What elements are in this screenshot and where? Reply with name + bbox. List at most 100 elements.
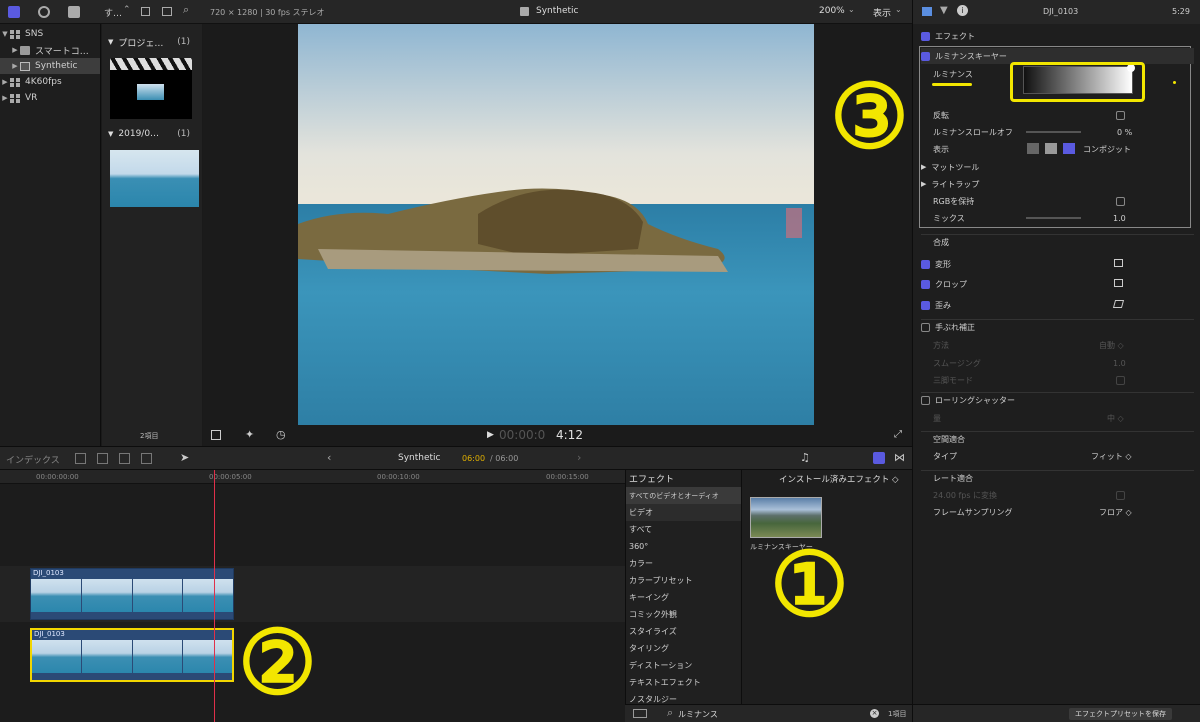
audio-skim-icon[interactable]: ♫ (800, 451, 810, 464)
filmstrip-icon[interactable] (162, 7, 172, 16)
category-all[interactable]: すべて (626, 521, 741, 538)
rolloff-slider[interactable] (1026, 131, 1081, 133)
invert-checkbox[interactable] (1116, 110, 1125, 120)
library-item-sns[interactable]: ▼ SNS (0, 26, 100, 42)
matte-tools-row[interactable]: ▶ マットツール (921, 159, 1194, 175)
index-button[interactable]: インデックス (6, 453, 60, 466)
color-inspector-icon[interactable]: ▼ (940, 5, 948, 16)
group-header[interactable]: ▼ プロジェ… (1) (102, 33, 202, 51)
effects-browser-icon[interactable] (873, 452, 885, 464)
insert-icon[interactable] (97, 453, 108, 464)
stabilization-row[interactable]: 手ぶれ補正 (921, 319, 1194, 335)
frame-sampling-select[interactable]: フロア ◇ (1099, 507, 1132, 518)
view-original-icon[interactable] (1045, 143, 1057, 154)
category-comic[interactable]: コミック外観 (626, 606, 741, 623)
transform-row[interactable]: 変形 (921, 256, 1194, 272)
category-distortion[interactable]: ディストーション (626, 657, 741, 674)
keyframe-dot[interactable] (1173, 81, 1176, 84)
sidebar-toggle-icon[interactable] (633, 709, 647, 718)
group-header[interactable]: ▼ 2019/0… (1) (102, 125, 202, 143)
search-icon[interactable]: ⌕ (183, 3, 189, 17)
library-item-synthetic[interactable]: ▶ Synthetic (0, 58, 100, 74)
playhead[interactable] (214, 470, 215, 722)
checkbox[interactable] (921, 31, 930, 41)
transform-tool-icon[interactable] (211, 430, 221, 440)
library-item-smart-collection[interactable]: ▶ スマートコ… (0, 42, 100, 58)
library-filter[interactable]: す… (104, 6, 122, 19)
rolling-shutter-row[interactable]: ローリングシャッター (921, 392, 1194, 408)
light-wrap-row[interactable]: ▶ ライトラップ (921, 176, 1194, 192)
photos-icon[interactable] (38, 6, 50, 18)
rgb-checkbox[interactable] (1116, 196, 1125, 206)
distort-icon[interactable] (1112, 300, 1125, 308)
category-text-effects[interactable]: テキストエフェクト (626, 674, 741, 691)
crop-icon[interactable] (1114, 279, 1123, 287)
select-tool-icon[interactable]: ➤ (180, 451, 189, 464)
zoom-select[interactable]: 200% (819, 6, 845, 16)
clear-search-icon[interactable]: × (870, 709, 879, 718)
checkbox[interactable] (921, 279, 930, 289)
clip-thumbnail[interactable] (110, 150, 199, 207)
disclosure-closed-icon[interactable]: ▶ (10, 62, 20, 70)
rolloff-value[interactable]: 0 % (1117, 128, 1132, 137)
type-select[interactable]: フィット ◇ (1091, 451, 1132, 462)
category-360[interactable]: 360° (626, 538, 741, 555)
mix-value[interactable]: 1.0 (1113, 214, 1126, 223)
enhance-icon[interactable]: ✦ (245, 428, 254, 441)
timeline-clip-selected[interactable]: DJI_0103 (30, 628, 234, 682)
distort-row[interactable]: 歪み (921, 297, 1194, 313)
view-composite-icon[interactable] (1063, 143, 1075, 154)
crop-row[interactable]: クロップ (921, 276, 1194, 292)
effects-section[interactable]: エフェクト (921, 28, 1194, 44)
category-color[interactable]: カラー (626, 555, 741, 572)
video-inspector-icon[interactable] (922, 7, 932, 16)
view-matte-icon[interactable] (1027, 143, 1039, 154)
sort-icon[interactable]: ⌃ (123, 5, 131, 15)
speed-icon[interactable]: ◷ (276, 428, 286, 441)
timeline-project[interactable]: Synthetic (398, 453, 441, 463)
video-frame[interactable] (298, 24, 814, 425)
project-thumbnail[interactable] (110, 58, 192, 119)
spatial-conform-row[interactable]: 空間適合 (921, 431, 1194, 447)
category-color-presets[interactable]: カラープリセット (626, 572, 741, 589)
timeline-clip[interactable]: DJI_0103 (30, 568, 234, 620)
fullscreen-icon[interactable]: ⤢ (894, 429, 902, 440)
library-item-vr[interactable]: ▶ VR (0, 90, 100, 106)
list-view-icon[interactable] (141, 7, 150, 16)
display-menu[interactable]: 表示 (873, 6, 891, 19)
checkbox[interactable] (921, 396, 930, 405)
checkbox[interactable] (921, 51, 930, 61)
disclosure-closed-icon[interactable]: ▶ (0, 94, 10, 102)
save-preset-button[interactable]: エフェクトプリセットを保存 (1069, 708, 1172, 720)
category-video[interactable]: ビデオ (626, 504, 741, 521)
play-icon[interactable]: ▶ (487, 430, 494, 440)
checkbox[interactable] (921, 323, 930, 332)
back-icon[interactable]: ‹ (327, 451, 331, 464)
timeline-ruler[interactable]: 00:00:00:00 00:00:05:00 00:00:10:00 00:0… (0, 470, 625, 484)
libraries-icon[interactable] (8, 6, 20, 18)
category-tiling[interactable]: タイリング (626, 640, 741, 657)
overwrite-icon[interactable] (141, 453, 152, 464)
folder-icon (20, 45, 30, 55)
mix-slider[interactable] (1026, 217, 1081, 219)
disclosure-open-icon[interactable]: ▼ (0, 30, 10, 38)
disclosure-closed-icon[interactable]: ▶ (0, 78, 10, 86)
rate-conform-row[interactable]: レート適合 (921, 470, 1194, 486)
category-stylize[interactable]: スタイライズ (626, 623, 741, 640)
forward-icon[interactable]: › (577, 451, 581, 464)
installed-effects-select[interactable]: インストール済みエフェクト ◇ (779, 473, 899, 485)
transitions-icon[interactable]: ⋈ (894, 451, 905, 464)
category-all-av[interactable]: すべてのビデオとオーディオ (626, 487, 741, 504)
connect-icon[interactable] (119, 453, 130, 464)
effects-search-input[interactable]: ルミナンス (678, 709, 718, 720)
checkbox[interactable] (921, 300, 930, 310)
checkbox[interactable] (921, 259, 930, 269)
category-keying[interactable]: キーイング (626, 589, 741, 606)
titles-icon[interactable] (68, 6, 80, 18)
info-icon[interactable]: i (957, 5, 968, 16)
transform-icon[interactable] (1114, 259, 1123, 267)
composite-row[interactable]: 合成 (921, 234, 1194, 250)
append-icon[interactable] (75, 453, 86, 464)
disclosure-closed-icon[interactable]: ▶ (10, 46, 20, 54)
library-item-4k60fps[interactable]: ▶ 4K60fps (0, 74, 100, 90)
